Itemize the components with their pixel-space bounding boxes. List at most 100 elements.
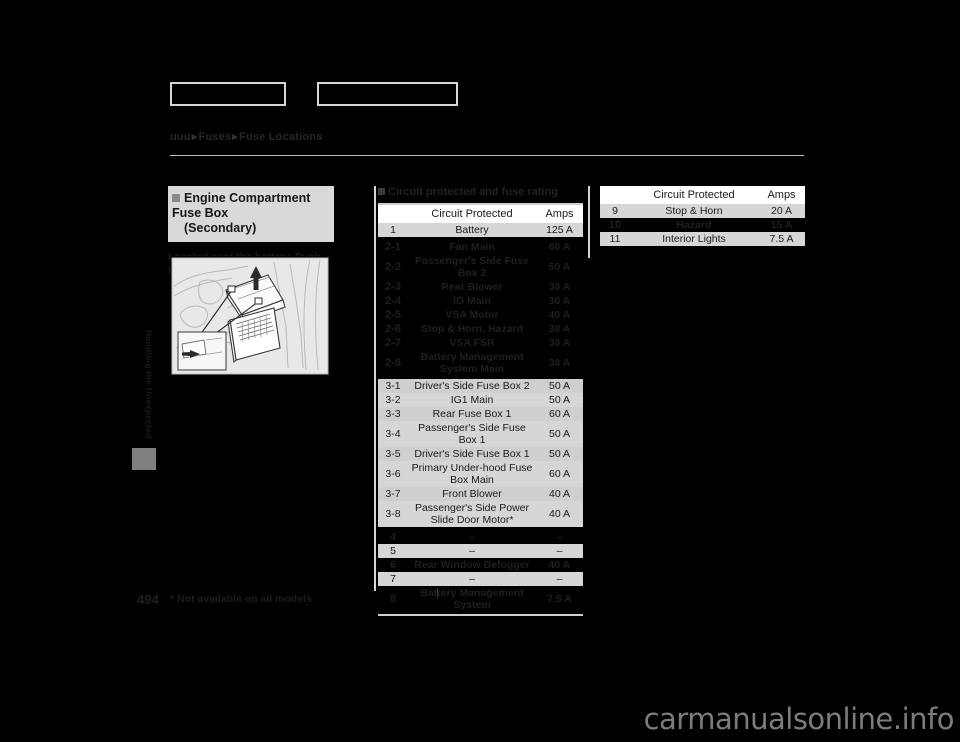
table-row: 3-7 Front Blower 40 A [378, 487, 583, 501]
cell-name: – [408, 544, 536, 558]
cell-id: 6 [378, 558, 408, 572]
cell-name: Hazard [630, 218, 758, 232]
cell-id: 2-4 [378, 294, 408, 308]
table-row: 2-6 Stop & Horn, Hazard 30 A [378, 322, 583, 336]
cell-id: 10 [600, 218, 630, 232]
table-heading: Circuit protected and fuse rating [378, 186, 588, 198]
table-row: 2-2 Passenger's Side Fuse Box 2 50 A [378, 254, 583, 280]
cell-name: Stop & Horn, Hazard [408, 322, 536, 336]
cell-id: 9 [600, 204, 630, 218]
table-header-row: Circuit Protected Amps [600, 186, 805, 204]
table-row: 3-4 Passenger's Side Fuse Box 1 50 A [378, 421, 583, 447]
cell-name: Interior Lights [630, 232, 758, 246]
cell-name: Passenger's Side Fuse Box 2 [408, 254, 536, 280]
bullet-square-icon [378, 188, 385, 195]
cell-amps: 60 A [536, 240, 583, 254]
table-row: 11 Interior Lights 7.5 A [600, 232, 805, 246]
cell-name: – [408, 572, 536, 586]
cell-amps: 40 A [536, 558, 583, 572]
cell-name: IG1 Main [408, 393, 536, 407]
cell-amps: 125 A [536, 223, 583, 237]
cell-id: 2-7 [378, 336, 408, 350]
cell-id: 3-7 [378, 487, 408, 501]
table-row: 3-3 Rear Fuse Box 1 60 A [378, 407, 583, 421]
table-row: 9 Stop & Horn 20 A [600, 204, 805, 218]
bullet-square-icon [172, 194, 180, 202]
top-tab-2[interactable] [317, 82, 458, 106]
cell-amps: 60 A [536, 461, 583, 487]
cell-id: 3-5 [378, 447, 408, 461]
page-title-line2: (Secondary) [184, 221, 257, 235]
cell-name: Driver's Side Fuse Box 2 [408, 379, 536, 393]
cell-amps: – [536, 544, 583, 558]
cell-id: 3-2 [378, 393, 408, 407]
cell-id: 2-3 [378, 280, 408, 294]
column-header-id [600, 186, 630, 204]
cell-id: 4 [378, 530, 408, 544]
breadcrumb-separator-icon: ▸ [191, 131, 198, 143]
table-row: 7– – [378, 572, 583, 586]
cell-amps: 7.5 A [758, 232, 805, 246]
table-row: 2-1 Fan Main 60 A [378, 240, 583, 254]
page-title: Engine Compartment Fuse Box (Secondary) [168, 186, 334, 242]
table-row: 2-8 Battery Management System Main 30 A [378, 350, 583, 376]
table-row: 3-2 IG1 Main 50 A [378, 393, 583, 407]
column-divider [588, 186, 590, 258]
cell-id: 3-3 [378, 407, 408, 421]
cell-id: 2-6 [378, 322, 408, 336]
fuse-box-illustration [170, 256, 330, 376]
breadcrumb-leaf: Fuse Locations [239, 131, 323, 143]
watermark: carmanualsonline.info [643, 702, 955, 736]
cell-name: IG Main [408, 294, 536, 308]
cell-name: Passenger's Side Fuse Box 1 [408, 421, 536, 447]
cell-name: Passenger's Side Power Slide Door Motor* [408, 501, 536, 527]
cell-amps: 30 A [536, 294, 583, 308]
footnote: * Not available on all models [170, 593, 312, 605]
cell-amps: 30 A [536, 336, 583, 350]
cell-id: 3-1 [378, 379, 408, 393]
cell-amps: 15 A [758, 218, 805, 232]
table-row: 1 Battery 125 A [378, 223, 583, 237]
cell-id: 3-4 [378, 421, 408, 447]
cell-id: 2-1 [378, 240, 408, 254]
cell-amps: 40 A [536, 501, 583, 527]
cell-id: 5 [378, 544, 408, 558]
cell-name: Rear Blower [408, 280, 536, 294]
column-header-circuit: Circuit Protected [408, 205, 536, 223]
fuse-table-continued: Circuit Protected Amps 9 Stop & Horn 20 A1… [600, 186, 805, 246]
page-title-line1: Engine Compartment Fuse Box [172, 191, 311, 220]
fuse-table-main: Circuit Protected Amps 1 Battery 125 A 2-1 F… [378, 205, 583, 612]
cell-id: 1 [378, 223, 408, 237]
cell-amps: 50 A [536, 393, 583, 407]
breadcrumb-mid[interactable]: Fuses [199, 131, 232, 143]
top-tab-1[interactable] [170, 82, 286, 106]
table-row: 5– – [378, 544, 583, 558]
table-row: 3-5 Driver's Side Fuse Box 1 50 A [378, 447, 583, 461]
cell-name: Primary Under-hood Fuse Box Main [408, 461, 536, 487]
cell-amps: 60 A [536, 407, 583, 421]
cell-id: 2-8 [378, 350, 408, 376]
cell-amps: 50 A [536, 447, 583, 461]
cell-amps: 20 A [758, 204, 805, 218]
cell-amps: 50 A [536, 254, 583, 280]
table-row: 2-7 VSA FSR 30 A [378, 336, 583, 350]
table-row: 3-8 Passenger's Side Power Slide Door Mot… [378, 501, 583, 527]
cell-amps: 50 A [536, 379, 583, 393]
cell-id: 3-8 [378, 501, 408, 527]
column-divider [374, 186, 376, 591]
table-row: 4– – [378, 530, 583, 544]
column-header-amps: Amps [758, 186, 805, 204]
cell-id: 2-2 [378, 254, 408, 280]
cell-amps: 40 A [536, 487, 583, 501]
cell-name: Stop & Horn [630, 204, 758, 218]
breadcrumb-root[interactable]: uuu [170, 131, 191, 143]
table-row: 3-6 Primary Under-hood Fuse Box Main 60 A [378, 461, 583, 487]
cell-amps: 40 A [536, 308, 583, 322]
mid-column: Circuit protected and fuse rating Circui… [374, 186, 588, 616]
cell-amps: 30 A [536, 322, 583, 336]
table-row: 2-4 IG Main 30 A [378, 294, 583, 308]
cell-id: 11 [600, 232, 630, 246]
page-footer: 494 * Not available on all models [137, 588, 637, 608]
cell-name: VSA FSR [408, 336, 536, 350]
fuse-box-diagram-svg [171, 257, 329, 375]
